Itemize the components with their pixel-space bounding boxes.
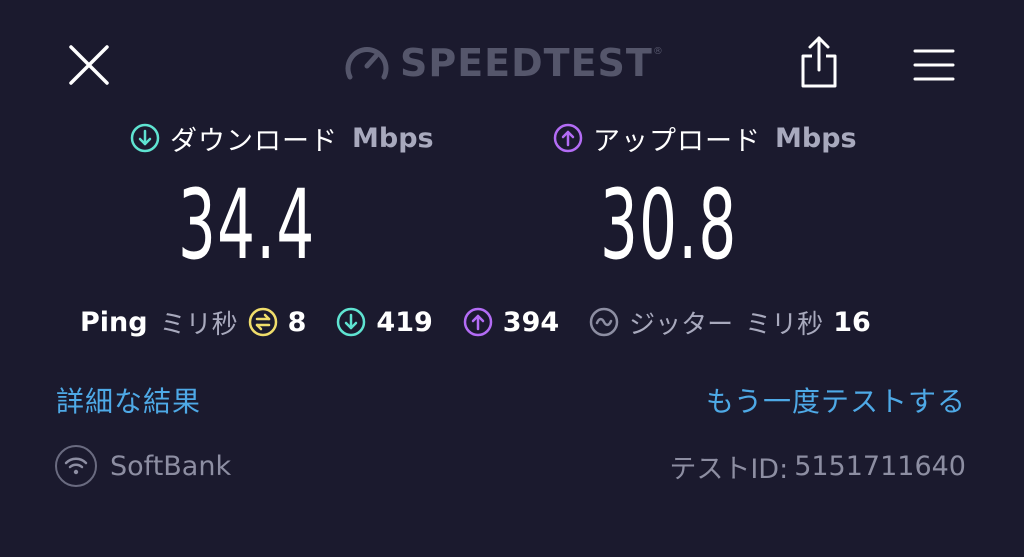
share-button[interactable] — [792, 32, 846, 92]
ping-upload-arrow-icon — [463, 307, 493, 337]
ping-upload-value: 394 — [502, 306, 560, 338]
menu-button[interactable] — [906, 38, 962, 92]
download-speed-value: 34.4 — [178, 169, 316, 281]
ping-idle-value: 8 — [287, 306, 307, 338]
download-label: ダウンロード — [170, 125, 338, 157]
logo-trademark: ® — [652, 46, 663, 57]
upload-arrow-icon — [553, 123, 583, 153]
upload-label: アップロード — [593, 125, 761, 157]
test-id-label: テストID: — [669, 453, 789, 485]
ping-row: Ping ミリ秒 8 419 394 ジッター ミリ秒 16 — [80, 298, 871, 346]
jitter-label: ジッター — [629, 309, 734, 340]
download-arrow-icon — [130, 123, 160, 153]
logo-text: SPEEDTEST — [400, 41, 653, 85]
share-icon — [801, 36, 837, 88]
test-id-value: 5151711640 — [794, 450, 966, 482]
upload-speed-value: 30.8 — [600, 169, 738, 281]
provider-name: SoftBank — [110, 450, 232, 482]
ping-download-arrow-icon — [336, 307, 366, 337]
speedometer-icon — [345, 47, 389, 80]
provider-info: SoftBank — [54, 445, 232, 487]
jitter-value: 16 — [833, 306, 871, 338]
download-unit: Mbps — [352, 122, 434, 154]
retest-link[interactable]: もう一度テストする — [706, 380, 966, 420]
wifi-icon — [55, 445, 97, 487]
test-id: テストID: 5151711640 — [669, 446, 966, 486]
jitter-unit: ミリ秒 — [745, 309, 824, 340]
details-link[interactable]: 詳細な結果 — [56, 380, 201, 420]
ping-download-value: 419 — [376, 306, 433, 338]
upload-header: アップロード Mbps — [553, 116, 857, 160]
ping-unit: ミリ秒 — [159, 309, 238, 340]
close-icon — [69, 45, 109, 85]
close-button[interactable] — [62, 38, 116, 92]
speedtest-logo: SPEEDTEST ® — [342, 38, 663, 88]
speedtest-result-screen: SPEEDTEST ® ダウンロード Mbps アップロード Mbps 34.4… — [0, 0, 1024, 557]
ping-label: Ping — [80, 306, 148, 338]
menu-icon — [913, 49, 955, 81]
upload-unit: Mbps — [775, 122, 857, 154]
jitter-icon — [589, 307, 619, 337]
download-header: ダウンロード Mbps — [130, 116, 434, 160]
idle-latency-icon — [248, 307, 278, 337]
